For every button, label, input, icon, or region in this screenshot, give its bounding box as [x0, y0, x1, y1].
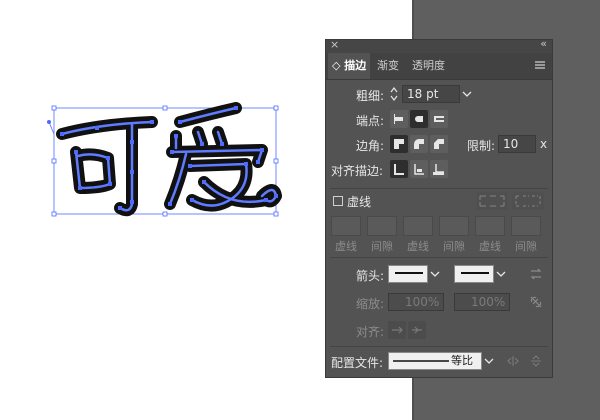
dashed-checkbox[interactable] — [333, 196, 343, 206]
chevron-down-icon[interactable] — [428, 265, 442, 283]
gap-input-1[interactable] — [367, 216, 397, 236]
divider — [330, 188, 548, 189]
align-center-icon[interactable] — [390, 160, 408, 178]
weight-stepper-icon[interactable] — [389, 86, 399, 102]
bevel-join-icon[interactable] — [430, 135, 448, 153]
gap-field-label: 间隙 — [515, 240, 537, 253]
profile-select[interactable]: 等比 — [388, 352, 482, 370]
swap-arrows-icon[interactable] — [529, 267, 543, 281]
dash-preserve-icon[interactable] — [512, 192, 544, 210]
chevron-down-icon[interactable] — [460, 85, 474, 103]
tab-transparency[interactable]: 透明度 — [412, 53, 445, 79]
panel-titlebar[interactable]: × « — [326, 37, 552, 53]
arrowheads-label: 箭头: — [356, 269, 385, 283]
dash-input-2[interactable] — [403, 216, 433, 236]
limit-unit: x — [540, 137, 548, 151]
arrow-extend-icon[interactable] — [388, 321, 406, 339]
weight-label: 粗细: — [356, 89, 385, 103]
align-stroke-label: 对齐描边: — [331, 164, 384, 178]
flip-profile-icon[interactable] — [529, 354, 543, 368]
arrow-align-label: 对齐: — [356, 325, 385, 339]
gap-field-label: 间隙 — [371, 240, 393, 253]
dash-input-1[interactable] — [331, 216, 361, 236]
divider — [330, 346, 548, 347]
dash-field-label: 虚线 — [479, 240, 501, 253]
arrow-place-icon[interactable] — [408, 321, 426, 339]
corner-label: 边角: — [356, 139, 385, 153]
tab-stroke[interactable]: ◇ 描边 — [328, 53, 371, 79]
gap-field-label: 间隙 — [443, 240, 465, 253]
projecting-cap-icon[interactable] — [430, 110, 448, 128]
dash-field-label: 虚线 — [335, 240, 357, 253]
weight-input[interactable]: 18 pt — [402, 85, 460, 103]
panel-menu-icon[interactable] — [534, 59, 546, 71]
scale-label: 缩放: — [356, 297, 385, 311]
gap-input-2[interactable] — [439, 216, 469, 236]
stroke-panel: × « ◇ 描边 渐变 透明度 粗细: 18 pt 端点: 边角: 限制: 10… — [325, 37, 553, 378]
gap-input-3[interactable] — [511, 216, 541, 236]
dash-align-corners-icon[interactable] — [476, 192, 508, 210]
start-scale-input[interactable]: 100% — [388, 293, 444, 311]
align-outside-icon[interactable] — [430, 160, 448, 178]
profile-label: 配置文件: — [331, 356, 384, 370]
align-inside-icon[interactable] — [410, 160, 428, 178]
selected-artwork[interactable] — [40, 100, 290, 225]
flip-along-icon[interactable] — [506, 354, 520, 368]
panel-tabs: ◇ 描边 渐变 透明度 — [326, 53, 552, 80]
dash-field-label: 虚线 — [407, 240, 429, 253]
limit-label: 限制: — [467, 139, 496, 153]
link-scale-icon[interactable] — [529, 295, 543, 309]
tab-gradient[interactable]: 渐变 — [377, 53, 399, 79]
round-cap-icon[interactable] — [410, 110, 428, 128]
collapse-icon[interactable]: « — [540, 37, 547, 50]
limit-input[interactable]: 10 — [498, 135, 536, 153]
artwork-text-ke — [56, 116, 158, 217]
butt-cap-icon[interactable] — [390, 110, 408, 128]
divider — [330, 257, 548, 258]
end-scale-input[interactable]: 100% — [454, 293, 510, 311]
dashed-label: 虚线 — [347, 195, 372, 209]
end-arrowhead-select[interactable] — [454, 265, 494, 283]
chevron-down-icon[interactable] — [482, 352, 496, 370]
cap-label: 端点: — [356, 114, 385, 128]
dash-input-3[interactable] — [475, 216, 505, 236]
round-join-icon[interactable] — [410, 135, 428, 153]
miter-join-icon[interactable] — [390, 135, 408, 153]
chevron-down-icon[interactable] — [494, 265, 508, 283]
artwork-text-ai — [164, 102, 282, 212]
close-icon[interactable]: × — [330, 38, 339, 51]
start-arrowhead-select[interactable] — [388, 265, 428, 283]
